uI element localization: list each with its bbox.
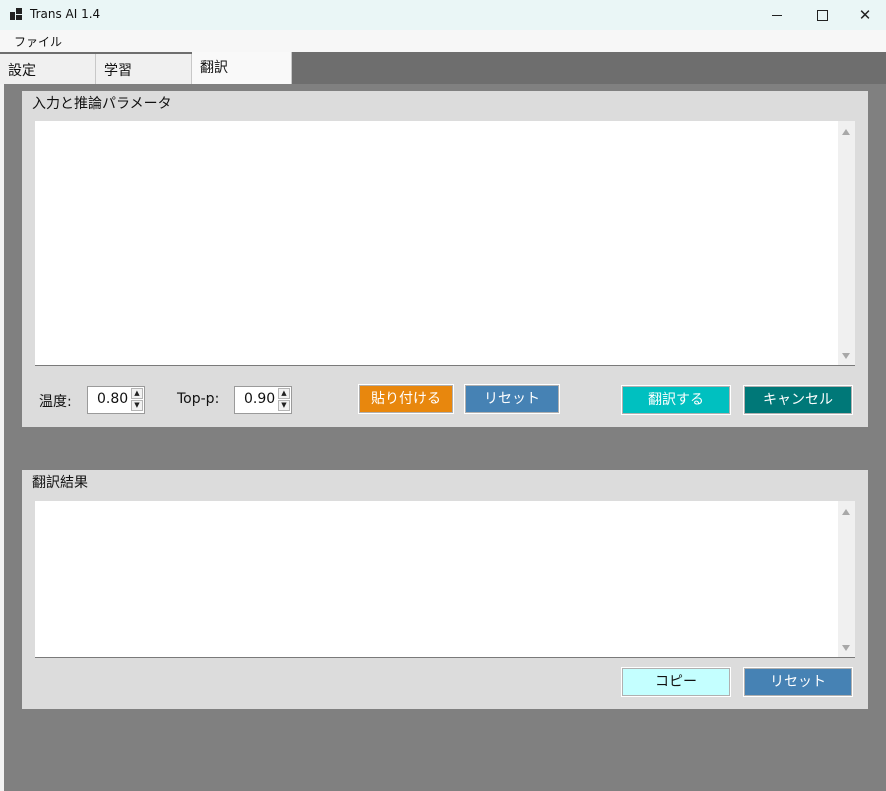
result-group: 翻訳結果 コピー リセット (22, 470, 868, 709)
scroll-up-icon[interactable] (842, 509, 850, 515)
temperature-spinner[interactable]: 0.80 ▲ ▼ (87, 386, 145, 414)
window-title: Trans AI 1.4 (30, 7, 101, 21)
input-group-title: 入力と推論パラメータ (32, 96, 172, 112)
input-textbox[interactable] (35, 121, 855, 366)
scroll-down-icon[interactable] (842, 353, 850, 359)
top-p-up-icon[interactable]: ▲ (278, 388, 290, 399)
tab-translate[interactable]: 翻訳 (192, 52, 292, 84)
result-textbox[interactable] (35, 501, 855, 658)
tab-content: 入力と推論パラメータ 温度: 0.80 ▲ ▼ Top-p: 0.90 ▲ ▼ … (4, 84, 886, 791)
reset-input-button[interactable]: リセット (464, 384, 560, 414)
top-p-down-icon[interactable]: ▼ (278, 400, 290, 411)
minimize-icon (772, 14, 782, 16)
input-scrollbar[interactable] (838, 121, 855, 365)
result-scrollbar[interactable] (838, 501, 855, 657)
cancel-button[interactable]: キャンセル (743, 385, 853, 415)
tab-settings[interactable]: 設定 (0, 54, 96, 84)
temperature-up-icon[interactable]: ▲ (131, 388, 143, 399)
paste-button[interactable]: 貼り付ける (358, 384, 454, 414)
menu-file[interactable]: ファイル (14, 33, 62, 50)
menu-bar: ファイル (0, 30, 886, 52)
copy-button[interactable]: コピー (621, 667, 731, 697)
top-p-spinner[interactable]: 0.90 ▲ ▼ (234, 386, 292, 414)
translate-button[interactable]: 翻訳する (621, 385, 731, 415)
temperature-down-icon[interactable]: ▼ (131, 400, 143, 411)
app-icon (10, 8, 22, 20)
maximize-button[interactable] (799, 0, 845, 30)
tab-strip: 設定 学習 翻訳 (0, 52, 886, 84)
minimize-button[interactable] (754, 0, 800, 30)
temperature-value[interactable]: 0.80 (97, 391, 128, 407)
result-group-title: 翻訳結果 (32, 475, 88, 491)
top-p-value[interactable]: 0.90 (244, 391, 275, 407)
title-bar: Trans AI 1.4 ✕ (0, 0, 886, 30)
top-p-label: Top-p: (177, 391, 220, 407)
close-button[interactable]: ✕ (842, 0, 886, 30)
tab-training[interactable]: 学習 (96, 54, 192, 84)
temperature-label: 温度: (39, 394, 72, 410)
scroll-up-icon[interactable] (842, 129, 850, 135)
input-group: 入力と推論パラメータ 温度: 0.80 ▲ ▼ Top-p: 0.90 ▲ ▼ … (22, 91, 868, 427)
reset-result-button[interactable]: リセット (743, 667, 853, 697)
maximize-icon (816, 9, 828, 21)
close-icon: ✕ (858, 6, 872, 24)
scroll-down-icon[interactable] (842, 645, 850, 651)
